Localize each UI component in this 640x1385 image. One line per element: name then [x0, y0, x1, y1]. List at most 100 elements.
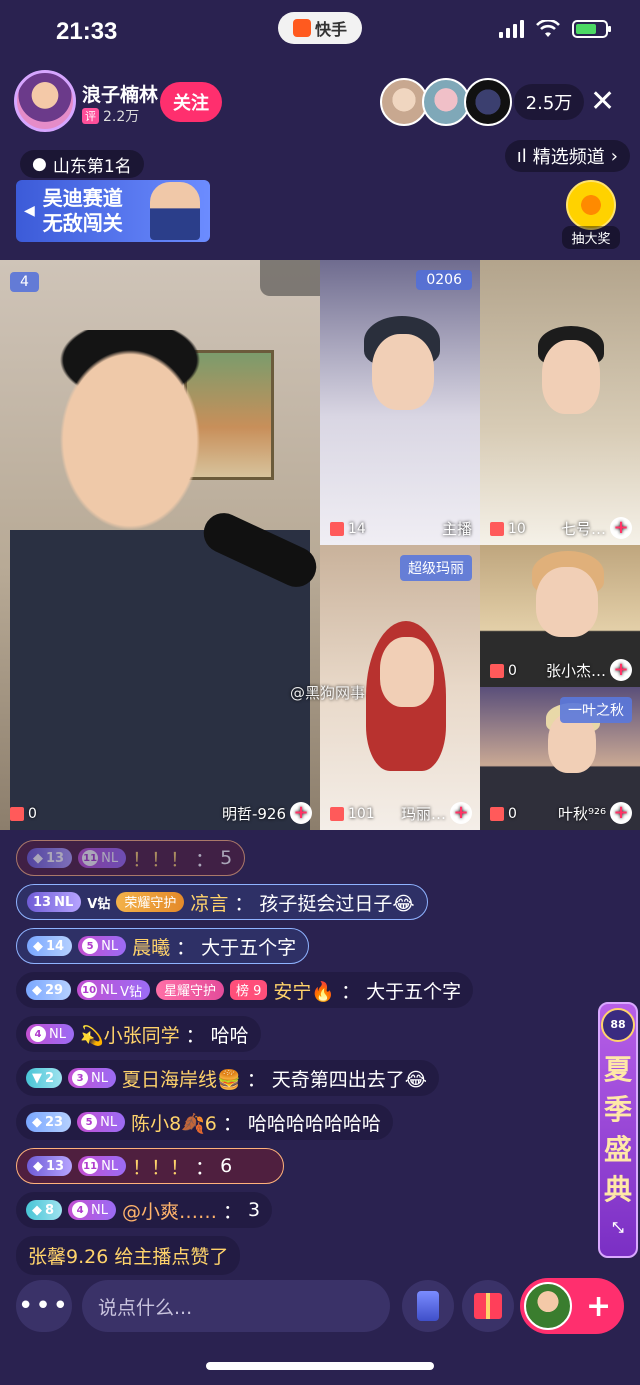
banner-line2: 无敌闯关 — [42, 211, 123, 235]
room-number-badge: 4 — [10, 272, 39, 292]
chevron-right-icon: › — [610, 145, 618, 167]
video-tile[interactable]: 一叶之秋 0 叶秋⁹²⁶ + — [480, 687, 640, 830]
chat-message[interactable]: ◆ 23 5 NL 陈小8🍂6： 哈哈哈哈哈哈哈 — [16, 1104, 393, 1140]
tile-name[interactable]: 叶秋⁹²⁶ + — [558, 802, 632, 824]
gift-count: 14 — [330, 521, 366, 537]
plus-icon[interactable]: + — [610, 659, 632, 681]
plus-icon[interactable]: + — [290, 802, 312, 824]
promo-banner[interactable]: ◀ 吴迪赛道 无敌闯关 — [16, 180, 210, 242]
chat-username[interactable]: 安宁🔥 — [273, 977, 335, 1004]
level-badge: ◆ 13 — [27, 1156, 73, 1176]
plus-icon[interactable]: + — [450, 802, 472, 824]
more-button[interactable]: ••• — [16, 1280, 72, 1332]
chat-message[interactable]: ◆ 13 11 NL ！！！： 5 — [16, 840, 246, 876]
tile-tag: 一叶之秋 — [560, 697, 632, 723]
chat-message[interactable]: ◆ 14 5 NL 晨曦： 大于五个字 — [16, 928, 310, 964]
video-tile[interactable]: 0 张小杰… + — [480, 545, 640, 687]
chat-message[interactable]: ◆ 8 4 NL @小爽……： 3 — [16, 1192, 273, 1228]
event-badge-icon: 88 — [601, 1008, 635, 1042]
host-name[interactable]: 浪子楠林 — [82, 80, 158, 107]
plus-icon[interactable]: + — [610, 802, 632, 824]
gift-count: 0 — [10, 806, 37, 822]
chart-icon: ıl — [516, 145, 527, 167]
summer-event-banner[interactable]: 88 夏 季 盛 典 ⤡ — [598, 1002, 638, 1258]
chat-username[interactable]: ！！！ — [132, 1153, 189, 1180]
level-badge: ◆ 8 — [26, 1200, 63, 1220]
tile-badge: 0206 — [416, 270, 472, 290]
viewer-count[interactable]: 2.5万 — [514, 84, 584, 120]
kuaishou-logo-icon — [292, 19, 311, 37]
signal-icon — [499, 20, 524, 38]
tile-name[interactable]: 七号… + — [561, 517, 632, 539]
level-badge: 13 NL — [27, 892, 82, 912]
fan-badge: 11 NL — [78, 1156, 127, 1176]
viewer-avatar[interactable] — [464, 78, 512, 126]
gift-icon — [490, 664, 504, 678]
comment-input[interactable]: 说点什么... — [82, 1280, 390, 1332]
card-button[interactable] — [402, 1280, 454, 1332]
fan-badge: 5 NL — [77, 1112, 126, 1132]
chat-message[interactable]: ◆ 13 11 NL ！！！： 6 — [16, 1148, 284, 1184]
chat-text: 哈哈 — [210, 1024, 249, 1047]
chat-username[interactable]: 陈小8🍂6 — [131, 1109, 217, 1136]
chat-username[interactable]: 夏日海岸线🍔 — [122, 1065, 241, 1092]
share-button[interactable]: + — [520, 1278, 624, 1334]
fan-badge: 5 NL — [78, 936, 127, 956]
viewer-avatar[interactable] — [422, 78, 470, 126]
guard-badge: 荣耀守护 — [116, 892, 185, 912]
chat-username[interactable]: @小爽…… — [122, 1197, 217, 1224]
tile-name[interactable]: 玛丽… + — [401, 802, 472, 824]
level-badge: ◆ 29 — [26, 980, 72, 1000]
chat-username[interactable]: 晨曦 — [132, 933, 170, 960]
fan-badge: 3 NL — [68, 1068, 117, 1088]
video-tile[interactable]: 0206 14 主播 — [320, 260, 480, 545]
main-video-tile[interactable]: 4 0 明哲-926 + — [0, 260, 320, 830]
video-tile[interactable]: 10 七号… + — [480, 260, 640, 545]
chat-list[interactable]: ◆ 13 11 NL ！！！： 5 13 NL V钻 荣耀守护 凉言： 孩子挺会过… — [16, 840, 576, 1275]
battery-icon — [572, 20, 611, 38]
gift-button[interactable] — [462, 1280, 514, 1332]
event-char: 季 — [603, 1093, 632, 1126]
gift-count: 10 — [490, 521, 526, 537]
chat-text: 天奇第四出去了😂 — [271, 1068, 427, 1091]
gift-icon — [10, 807, 24, 821]
fan-badge: 11 NL — [78, 848, 127, 868]
chat-username[interactable]: ！！！ — [132, 845, 189, 872]
chat-message[interactable]: 13 NL V钻 荣耀守护 凉言： 孩子挺会过日子😂 — [16, 884, 428, 920]
tile-name[interactable]: 明哲-926 + — [222, 802, 312, 824]
expand-icon[interactable]: ⤡ — [612, 1208, 623, 1248]
banner-person-image — [150, 182, 200, 240]
channel-label: 精选频道 — [532, 147, 605, 168]
rank-badge: 榜 9 — [229, 980, 268, 1000]
chat-message[interactable]: ▼ 2 3 NL 夏日海岸线🍔： 天奇第四出去了😂 — [16, 1060, 439, 1096]
gift-icon — [490, 522, 504, 536]
tile-name[interactable]: 张小杰… + — [546, 659, 632, 681]
chat-username[interactable]: 💫小张同学 — [80, 1021, 180, 1048]
lottery-button[interactable]: 抽大奖 — [562, 180, 620, 249]
banner-line1: 吴迪赛道 — [42, 186, 123, 210]
close-icon[interactable]: ✕ — [590, 82, 615, 122]
app-pill[interactable]: 快手 — [278, 12, 362, 44]
chat-message[interactable]: 4 NL 💫小张同学： 哈哈 — [16, 1016, 261, 1052]
plus-icon[interactable]: + — [610, 517, 632, 539]
wifi-icon — [536, 20, 560, 37]
user-avatar — [524, 1282, 572, 1330]
gift-count: 0 — [490, 806, 517, 822]
follow-button[interactable]: 关注 — [160, 82, 222, 122]
chat-username[interactable]: 凉言 — [190, 889, 228, 916]
home-indicator[interactable] — [206, 1362, 434, 1370]
fans-count: 2.2万 — [103, 109, 140, 125]
top-viewers[interactable] — [380, 78, 512, 126]
event-char: 典 — [603, 1173, 632, 1206]
chat-text: 大于五个字 — [201, 936, 297, 959]
gift-count: 0 — [490, 663, 517, 679]
channel-button[interactable]: ıl 精选频道 › — [504, 140, 630, 172]
chat-message[interactable]: ◆ 29 10 NL V钻 星耀守护 榜 9 安宁🔥： 大于五个字 — [16, 972, 474, 1008]
viewer-avatar[interactable] — [380, 78, 428, 126]
rank-line[interactable]: ● 山东第1名 — [20, 150, 144, 178]
status-icons — [499, 20, 611, 38]
tile-name[interactable]: 主播 — [442, 518, 472, 539]
gift-icon — [330, 807, 344, 821]
fan-badge: 4 NL — [68, 1200, 117, 1220]
host-avatar[interactable] — [14, 70, 76, 132]
